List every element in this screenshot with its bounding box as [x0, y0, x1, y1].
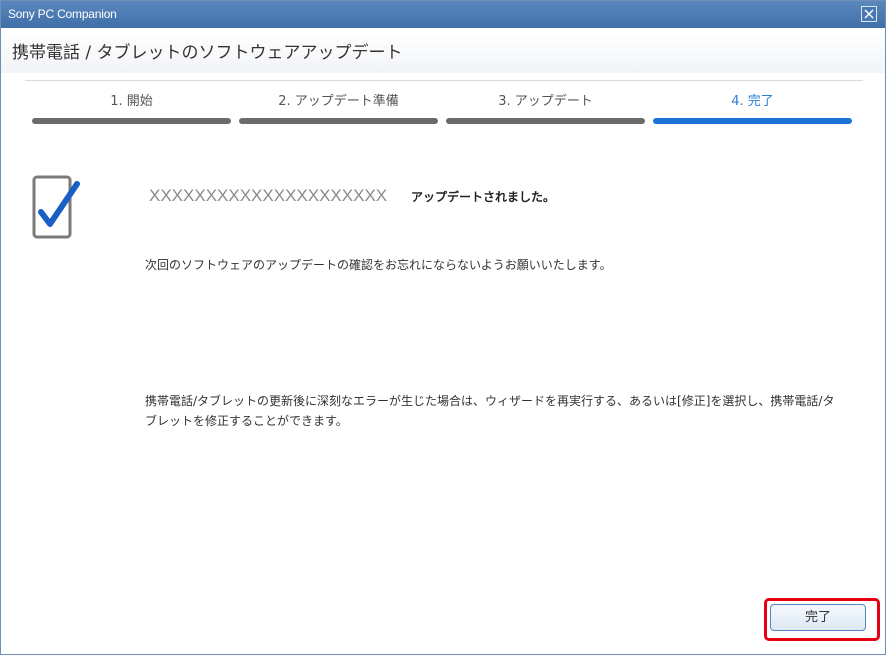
device-name: XXXXXXXXXXXXXXXXXXXXX [149, 186, 388, 205]
step-1-bar [32, 118, 231, 124]
close-button[interactable] [861, 6, 877, 22]
window-title: Sony PC Companion [8, 7, 117, 21]
title-bar: Sony PC Companion [1, 1, 885, 28]
step-2-bar [239, 118, 438, 124]
step-2-label: 2. アップデート準備 [278, 94, 399, 109]
header-divider [25, 80, 863, 81]
update-complete-message: アップデートされました。 [411, 190, 556, 204]
finish-button[interactable]: 完了 [770, 604, 866, 631]
content-divider [1, 136, 885, 137]
phone-check-icon [32, 175, 80, 239]
step-4-bar [653, 118, 852, 124]
header: 携帯電話 / タブレットのソフトウェアアップデート [1, 28, 885, 73]
dialog-window: Sony PC Companion 携帯電話 / タブレットのソフトウェアアップ… [0, 0, 886, 655]
step-3-bar [446, 118, 645, 124]
close-icon [864, 9, 874, 19]
repair-note-text: 携帯電話/タブレットの更新後に深刻なエラーが生じた場合は、ウィザードを再実行する… [145, 394, 835, 428]
step-3-label: 3. アップデート [498, 94, 593, 109]
reminder-text: 次回のソフトウェアのアップデートの確認をお忘れにならないようお願いいたします。 [145, 258, 612, 272]
step-4-label: 4. 完了 [731, 94, 774, 109]
page-title: 携帯電話 / タブレットのソフトウェアアップデート [12, 43, 403, 63]
step-1-label: 1. 開始 [110, 94, 153, 109]
